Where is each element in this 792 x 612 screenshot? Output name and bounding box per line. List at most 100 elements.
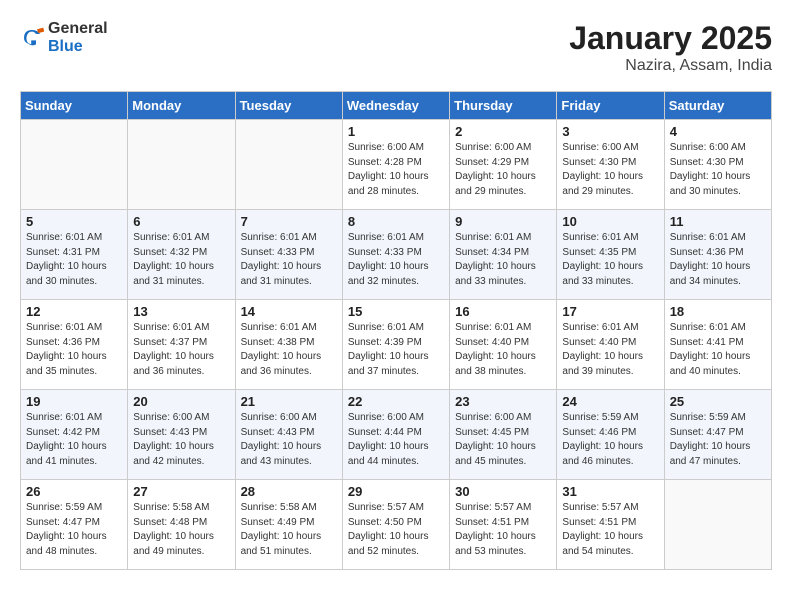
day-info: Sunrise: 6:01 AM Sunset: 4:34 PM Dayligh… xyxy=(455,231,551,289)
calendar-cell: 2Sunrise: 6:00 AM Sunset: 4:29 PM Daylig… xyxy=(450,120,557,210)
day-info: Sunrise: 6:01 AM Sunset: 4:31 PM Dayligh… xyxy=(26,231,122,289)
day-number: 1 xyxy=(348,124,444,139)
day-info: Sunrise: 6:01 AM Sunset: 4:35 PM Dayligh… xyxy=(562,231,658,289)
logo: General Blue xyxy=(20,20,108,56)
day-number: 26 xyxy=(26,484,122,499)
day-info: Sunrise: 6:00 AM Sunset: 4:43 PM Dayligh… xyxy=(133,411,229,469)
calendar-cell: 29 Sunrise: 5:57 AM Sunset: 4:50 PM Dayli… xyxy=(342,480,449,570)
calendar-header: SundayMondayTuesdayWednesdayThursdayFrid… xyxy=(21,92,772,120)
calendar-cell: 22 Sunrise: 6:00 AM Sunset: 4:44 PM Dayli… xyxy=(342,390,449,480)
day-info: Sunrise: 6:01 AM Sunset: 4:39 PM Dayligh… xyxy=(348,321,444,379)
calendar-cell: 18 Sunrise: 6:01 AM Sunset: 4:41 PM Dayli… xyxy=(664,300,771,390)
day-number: 31 xyxy=(562,484,658,499)
calendar-cell: 20 Sunrise: 6:00 AM Sunset: 4:43 PM Dayli… xyxy=(128,390,235,480)
day-info: Sunrise: 5:59 AM Sunset: 4:46 PM Dayligh… xyxy=(562,411,658,469)
calendar-cell: 11 Sunrise: 6:01 AM Sunset: 4:36 PM Dayli… xyxy=(664,210,771,300)
calendar-cell xyxy=(664,480,771,570)
calendar-week-3: 12 Sunrise: 6:01 AM Sunset: 4:36 PM Dayli… xyxy=(21,300,772,390)
calendar-cell: 7Sunrise: 6:01 AM Sunset: 4:33 PM Daylig… xyxy=(235,210,342,300)
day-info: Sunrise: 6:00 AM Sunset: 4:30 PM Dayligh… xyxy=(562,141,658,199)
day-number: 18 xyxy=(670,304,766,319)
day-info: Sunrise: 6:01 AM Sunset: 4:38 PM Dayligh… xyxy=(241,321,337,379)
day-number: 6 xyxy=(133,214,229,229)
day-info: Sunrise: 6:01 AM Sunset: 4:40 PM Dayligh… xyxy=(455,321,551,379)
column-header-friday: Friday xyxy=(557,92,664,120)
column-header-sunday: Sunday xyxy=(21,92,128,120)
day-info: Sunrise: 6:01 AM Sunset: 4:40 PM Dayligh… xyxy=(562,321,658,379)
day-info: Sunrise: 6:00 AM Sunset: 4:30 PM Dayligh… xyxy=(670,141,766,199)
column-header-tuesday: Tuesday xyxy=(235,92,342,120)
day-number: 2 xyxy=(455,124,551,139)
calendar-cell: 28 Sunrise: 5:58 AM Sunset: 4:49 PM Dayli… xyxy=(235,480,342,570)
day-number: 12 xyxy=(26,304,122,319)
day-number: 4 xyxy=(670,124,766,139)
day-info: Sunrise: 6:01 AM Sunset: 4:36 PM Dayligh… xyxy=(670,231,766,289)
day-number: 30 xyxy=(455,484,551,499)
calendar-cell: 21 Sunrise: 6:00 AM Sunset: 4:43 PM Dayli… xyxy=(235,390,342,480)
calendar-cell: 14 Sunrise: 6:01 AM Sunset: 4:38 PM Dayli… xyxy=(235,300,342,390)
day-number: 22 xyxy=(348,394,444,409)
day-number: 21 xyxy=(241,394,337,409)
calendar-cell: 9 Sunrise: 6:01 AM Sunset: 4:34 PM Daylig… xyxy=(450,210,557,300)
day-info: Sunrise: 5:59 AM Sunset: 4:47 PM Dayligh… xyxy=(26,501,122,559)
calendar-week-4: 19 Sunrise: 6:01 AM Sunset: 4:42 PM Dayli… xyxy=(21,390,772,480)
day-number: 11 xyxy=(670,214,766,229)
day-number: 7 xyxy=(241,214,337,229)
day-number: 23 xyxy=(455,394,551,409)
day-number: 16 xyxy=(455,304,551,319)
day-number: 5 xyxy=(26,214,122,229)
day-info: Sunrise: 6:01 AM Sunset: 4:41 PM Dayligh… xyxy=(670,321,766,379)
day-info: Sunrise: 6:01 AM Sunset: 4:36 PM Dayligh… xyxy=(26,321,122,379)
column-header-monday: Monday xyxy=(128,92,235,120)
calendar-cell xyxy=(128,120,235,210)
calendar-cell: 1 Sunrise: 6:00 AM Sunset: 4:28 PM Daylig… xyxy=(342,120,449,210)
calendar-cell: 19 Sunrise: 6:01 AM Sunset: 4:42 PM Dayli… xyxy=(21,390,128,480)
day-number: 8 xyxy=(348,214,444,229)
calendar-cell: 17 Sunrise: 6:01 AM Sunset: 4:40 PM Dayli… xyxy=(557,300,664,390)
calendar-cell: 8Sunrise: 6:01 AM Sunset: 4:33 PM Daylig… xyxy=(342,210,449,300)
column-header-wednesday: Wednesday xyxy=(342,92,449,120)
calendar-cell: 24 Sunrise: 5:59 AM Sunset: 4:46 PM Dayli… xyxy=(557,390,664,480)
logo-text-blue: Blue xyxy=(48,38,83,55)
calendar-subtitle: Nazira, Assam, India xyxy=(569,57,772,75)
day-number: 9 xyxy=(455,214,551,229)
day-info: Sunrise: 5:58 AM Sunset: 4:49 PM Dayligh… xyxy=(241,501,337,559)
day-info: Sunrise: 6:01 AM Sunset: 4:42 PM Dayligh… xyxy=(26,411,122,469)
day-number: 15 xyxy=(348,304,444,319)
calendar-cell: 30 Sunrise: 5:57 AM Sunset: 4:51 PM Dayli… xyxy=(450,480,557,570)
column-header-thursday: Thursday xyxy=(450,92,557,120)
day-number: 17 xyxy=(562,304,658,319)
day-info: Sunrise: 5:57 AM Sunset: 4:51 PM Dayligh… xyxy=(455,501,551,559)
day-number: 10 xyxy=(562,214,658,229)
day-number: 28 xyxy=(241,484,337,499)
day-info: Sunrise: 5:57 AM Sunset: 4:51 PM Dayligh… xyxy=(562,501,658,559)
day-info: Sunrise: 5:57 AM Sunset: 4:50 PM Dayligh… xyxy=(348,501,444,559)
calendar-cell: 10 Sunrise: 6:01 AM Sunset: 4:35 PM Dayli… xyxy=(557,210,664,300)
day-number: 27 xyxy=(133,484,229,499)
day-number: 29 xyxy=(348,484,444,499)
day-info: Sunrise: 5:59 AM Sunset: 4:47 PM Dayligh… xyxy=(670,411,766,469)
calendar-cell xyxy=(235,120,342,210)
calendar-cell: 16 Sunrise: 6:01 AM Sunset: 4:40 PM Dayli… xyxy=(450,300,557,390)
day-info: Sunrise: 6:01 AM Sunset: 4:32 PM Dayligh… xyxy=(133,231,229,289)
day-number: 14 xyxy=(241,304,337,319)
calendar-cell: 3 Sunrise: 6:00 AM Sunset: 4:30 PM Daylig… xyxy=(557,120,664,210)
calendar-cell: 12 Sunrise: 6:01 AM Sunset: 4:36 PM Dayli… xyxy=(21,300,128,390)
day-info: Sunrise: 6:00 AM Sunset: 4:28 PM Dayligh… xyxy=(348,141,444,199)
calendar-week-5: 26 Sunrise: 5:59 AM Sunset: 4:47 PM Dayli… xyxy=(21,480,772,570)
day-number: 19 xyxy=(26,394,122,409)
calendar-cell: 25Sunrise: 5:59 AM Sunset: 4:47 PM Dayli… xyxy=(664,390,771,480)
calendar-cell: 27Sunrise: 5:58 AM Sunset: 4:48 PM Dayli… xyxy=(128,480,235,570)
day-info: Sunrise: 6:00 AM Sunset: 4:43 PM Dayligh… xyxy=(241,411,337,469)
day-number: 24 xyxy=(562,394,658,409)
day-number: 20 xyxy=(133,394,229,409)
day-info: Sunrise: 6:00 AM Sunset: 4:44 PM Dayligh… xyxy=(348,411,444,469)
day-number: 3 xyxy=(562,124,658,139)
logo-text-general: General xyxy=(48,20,108,37)
calendar-title: January 2025 xyxy=(569,20,772,57)
calendar-cell: 31 Sunrise: 5:57 AM Sunset: 4:51 PM Dayli… xyxy=(557,480,664,570)
calendar-week-2: 5 Sunrise: 6:01 AM Sunset: 4:31 PM Daylig… xyxy=(21,210,772,300)
calendar-table: SundayMondayTuesdayWednesdayThursdayFrid… xyxy=(20,91,772,570)
page-header: General Blue January 2025 Nazira, Assam,… xyxy=(20,20,772,75)
calendar-cell: 23Sunrise: 6:00 AM Sunset: 4:45 PM Dayli… xyxy=(450,390,557,480)
